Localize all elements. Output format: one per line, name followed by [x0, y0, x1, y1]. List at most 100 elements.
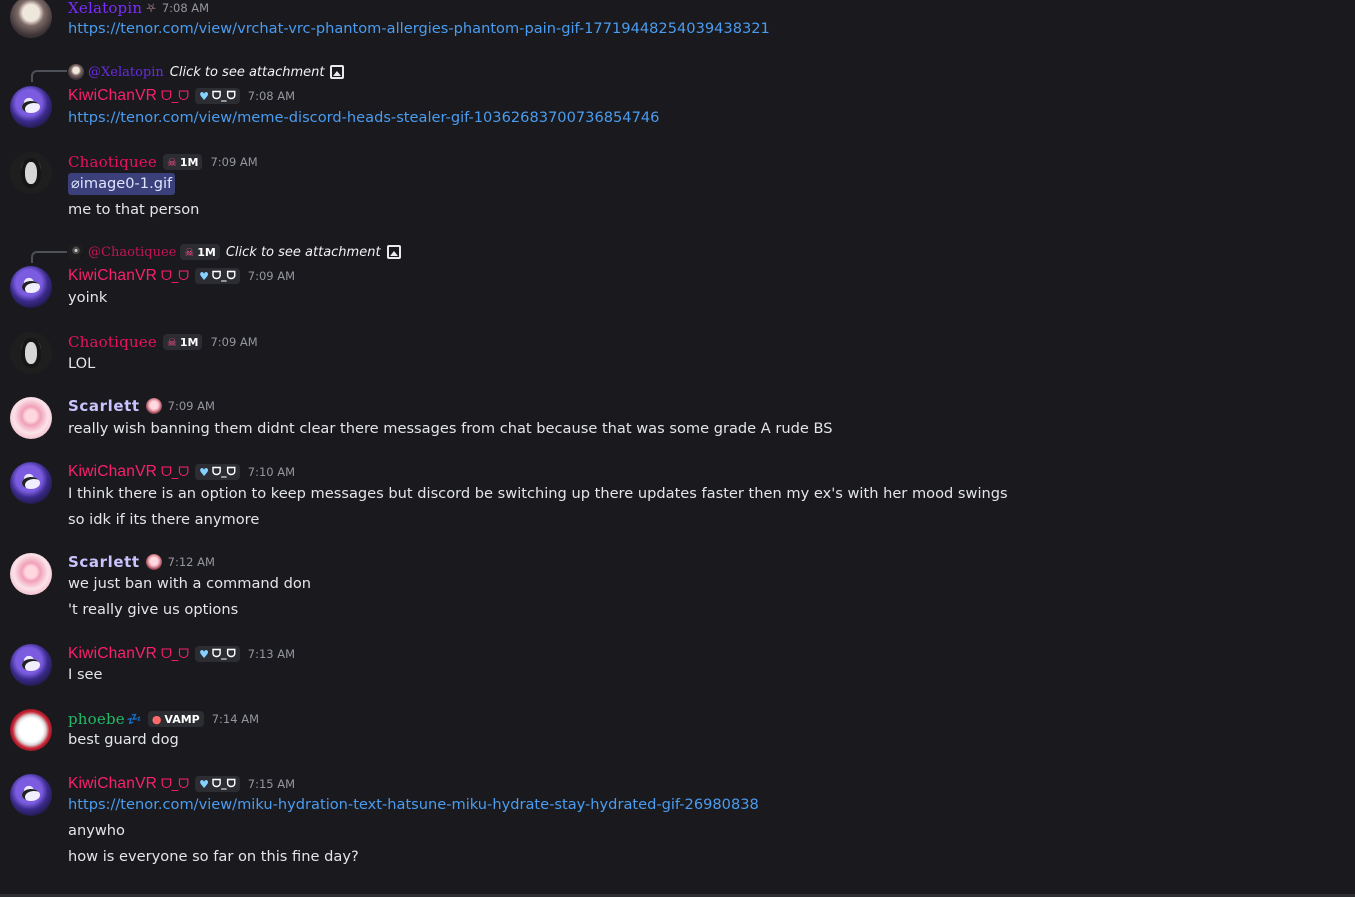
username[interactable]: KiwiChanVR: [68, 645, 157, 663]
server-tag-label: 1M: [179, 155, 199, 169]
username[interactable]: Chaotiquee: [68, 153, 157, 171]
avatar[interactable]: [10, 86, 52, 128]
reply-cta[interactable]: Click to see attachment: [170, 65, 325, 80]
timestamp: 7:13 AM: [247, 647, 296, 661]
message-content: how is everyone so far on this fine day?: [68, 848, 359, 865]
username[interactable]: KiwiChanVR: [68, 87, 157, 105]
reply-avatar: [68, 64, 84, 80]
server-tag[interactable]: ♥ ᗜ_ᗜ: [195, 88, 240, 104]
heart-icon: ♥: [199, 647, 209, 661]
timestamp: 7:09 AM: [247, 269, 296, 283]
server-tag-label: 1M: [179, 335, 199, 349]
timestamp: 7:08 AM: [247, 89, 296, 103]
author-glyph: ᗜ_ᗜ: [161, 776, 190, 792]
avatar[interactable]: [10, 553, 52, 595]
avatar[interactable]: [10, 644, 52, 686]
reply-spine: [31, 70, 67, 82]
username[interactable]: Scarlett: [68, 553, 140, 571]
server-tag[interactable]: ☠ 1M: [162, 334, 203, 350]
attachment-line: ⌀image0-1.gif: [68, 173, 176, 195]
server-tag[interactable]: ♥ ᗜ_ᗜ: [195, 464, 240, 480]
image-icon: [386, 245, 401, 259]
author-glyph: ᗜ_ᗜ: [161, 268, 190, 284]
server-tag[interactable]: ♥ ᗜ_ᗜ: [195, 646, 240, 662]
server-tag[interactable]: ♥ ᗜ_ᗜ: [195, 776, 240, 792]
message-content: https://tenor.com/view/miku-hydration-te…: [68, 794, 759, 816]
role-emoji-icon: [145, 554, 162, 570]
server-tag-label: ᗜ_ᗜ: [211, 777, 236, 790]
avatar[interactable]: [10, 462, 52, 504]
message-header: Chaotiquee ☠ 1M 7:09 AM: [68, 151, 258, 173]
message-header: phoebe 💤 ● VAMP 7:14 AM: [68, 708, 259, 730]
message-content: yoink: [68, 289, 108, 306]
message-header: Xelatopin ⛧ 7:08 AM: [68, 0, 209, 19]
reply-avatar: [68, 244, 84, 260]
skull-icon: ☠: [184, 245, 195, 259]
timestamp: 7:12 AM: [167, 555, 215, 569]
message-content: anywho: [68, 822, 125, 839]
timestamp: 7:08 AM: [161, 1, 210, 15]
server-tag-label: ᗜ_ᗜ: [211, 647, 236, 660]
attachment-filename: image0-1.gif: [79, 175, 173, 192]
avatar[interactable]: [10, 266, 52, 308]
timestamp: 7:10 AM: [247, 465, 296, 479]
role-emoji-icon: [145, 398, 162, 414]
reply-cta[interactable]: Click to see attachment: [226, 245, 381, 260]
message-header: KiwiChanVR ᗜ_ᗜ ♥ ᗜ_ᗜ 7:15 AM: [68, 773, 295, 795]
message-content: https://tenor.com/view/meme-discord-head…: [68, 107, 659, 129]
username[interactable]: KiwiChanVR: [68, 267, 157, 285]
username[interactable]: KiwiChanVR: [68, 775, 157, 793]
heart-icon: ♥: [199, 465, 209, 479]
avatar[interactable]: [10, 709, 52, 751]
message-feed: Xelatopin ⛧ 7:08 AM https://tenor.com/vi…: [0, 0, 1355, 897]
username[interactable]: Xelatopin: [68, 0, 142, 17]
server-tag[interactable]: ● VAMP: [147, 711, 204, 727]
timestamp: 7:09 AM: [167, 399, 215, 413]
message-header: KiwiChanVR ᗜ_ᗜ ♥ ᗜ_ᗜ 7:09 AM: [68, 265, 295, 287]
message-header: KiwiChanVR ᗜ_ᗜ ♥ ᗜ_ᗜ 7:08 AM: [68, 85, 295, 107]
message-header: Chaotiquee ☠ 1M 7:09 AM: [68, 331, 258, 353]
message-header: KiwiChanVR ᗜ_ᗜ ♥ ᗜ_ᗜ 7:13 AM: [68, 643, 295, 665]
timestamp: 7:14 AM: [211, 712, 259, 726]
avatar[interactable]: [10, 774, 52, 816]
server-tag-label: ᗜ_ᗜ: [211, 269, 236, 282]
timestamp: 7:15 AM: [247, 777, 296, 791]
avatar[interactable]: [10, 332, 52, 374]
witch-hat-icon: ⛧: [146, 0, 156, 15]
username[interactable]: Chaotiquee: [68, 333, 157, 351]
message-content: really wish banning them didnt clear the…: [68, 420, 833, 437]
avatar[interactable]: [10, 0, 52, 38]
avatar[interactable]: [10, 397, 52, 439]
username[interactable]: KiwiChanVR: [68, 463, 157, 481]
message-content: me to that person: [68, 201, 200, 218]
username[interactable]: phoebe: [68, 710, 125, 728]
avatar[interactable]: [10, 152, 52, 194]
message-link[interactable]: https://tenor.com/view/meme-discord-head…: [68, 109, 659, 126]
reply-preview[interactable]: @Chaotiquee ☠ 1M Click to see attachment: [68, 243, 401, 261]
server-tag[interactable]: ☠ 1M: [180, 244, 220, 260]
skull-icon: ☠: [166, 155, 177, 169]
skull-icon: ☠: [166, 335, 177, 349]
heart-icon: ♥: [199, 89, 209, 103]
username[interactable]: Scarlett: [68, 397, 140, 415]
drop-icon: ●: [151, 712, 162, 726]
timestamp: 7:09 AM: [210, 335, 258, 349]
reply-preview[interactable]: @Xelatopin Click to see attachment: [68, 63, 345, 81]
server-tag[interactable]: ☠ 1M: [162, 154, 203, 170]
reply-mention[interactable]: @Xelatopin: [88, 65, 164, 80]
message-content: best guard dog: [68, 731, 179, 748]
message-link[interactable]: https://tenor.com/view/miku-hydration-te…: [68, 796, 759, 813]
server-tag[interactable]: ♥ ᗜ_ᗜ: [195, 268, 240, 284]
message-link[interactable]: https://tenor.com/view/vrchat-vrc-phanto…: [68, 20, 770, 37]
message-content: we just ban with a command don: [68, 575, 312, 592]
heart-icon: ♥: [199, 269, 209, 283]
timestamp: 7:09 AM: [210, 155, 258, 169]
author-glyph: ᗜ_ᗜ: [161, 646, 190, 662]
attachment-link[interactable]: ⌀image0-1.gif: [68, 173, 176, 195]
message-content: so idk if its there anymore: [68, 511, 260, 528]
reply-mention[interactable]: @Chaotiquee: [88, 245, 176, 260]
message-header: Scarlett 7:09 AM: [68, 395, 215, 417]
message-header: KiwiChanVR ᗜ_ᗜ ♥ ᗜ_ᗜ 7:10 AM: [68, 461, 295, 483]
message-header: Scarlett 7:12 AM: [68, 551, 215, 573]
message-content: https://tenor.com/view/vrchat-vrc-phanto…: [68, 18, 770, 40]
